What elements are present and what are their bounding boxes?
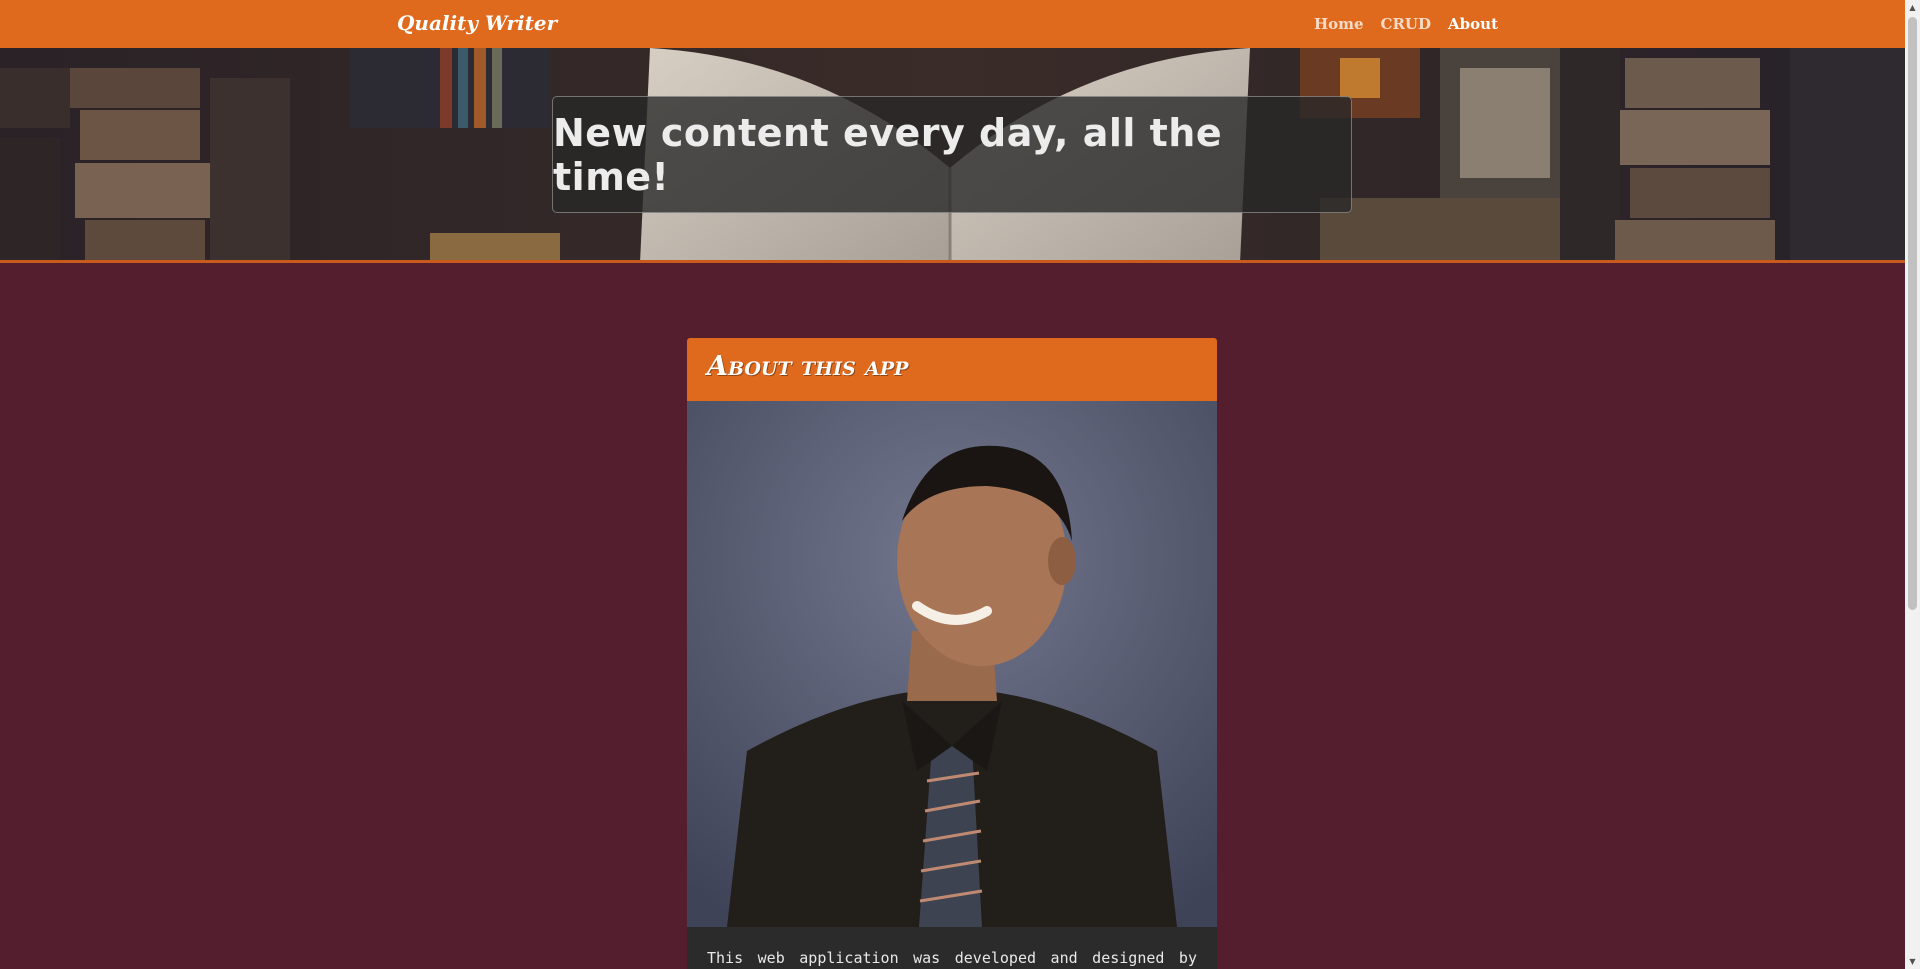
- author-portrait-photo: [687, 401, 1217, 927]
- nav-links: Home CRUD About: [1314, 15, 1498, 33]
- hero-section: New content every day, all the time!: [0, 48, 1905, 263]
- navbar: Quality Writer Home CRUD About: [0, 0, 1905, 48]
- about-card-header: About this app: [687, 338, 1217, 401]
- triangle-down-icon[interactable]: ▼: [1905, 954, 1920, 969]
- nav-link-home[interactable]: Home: [1314, 15, 1364, 33]
- brand-logo-link[interactable]: Quality Writer: [397, 11, 557, 35]
- about-card: About this app This web application was …: [687, 338, 1217, 969]
- triangle-up-icon[interactable]: ▲: [1905, 0, 1920, 15]
- about-card-title: About this app: [707, 351, 909, 382]
- scrollbar-thumb[interactable]: [1908, 17, 1917, 610]
- hero-banner: New content every day, all the time!: [552, 96, 1352, 213]
- nav-link-crud[interactable]: CRUD: [1381, 15, 1432, 33]
- about-card-body: This web application was developed and d…: [707, 949, 1197, 967]
- hero-headline: New content every day, all the time!: [553, 110, 1223, 199]
- nav-link-about[interactable]: About: [1448, 15, 1498, 33]
- page-scrollbar[interactable]: ▲ ▼: [1905, 0, 1920, 969]
